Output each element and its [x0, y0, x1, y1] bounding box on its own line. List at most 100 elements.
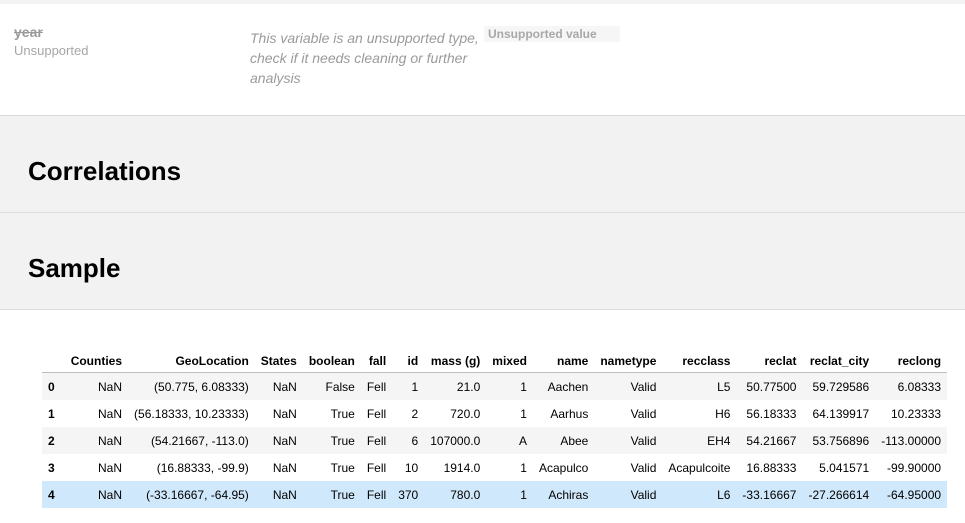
table-row: 2 NaN (54.21667, -113.0) NaN True Fell 6 107000…	[42, 427, 948, 454]
table-cell: 1	[392, 372, 425, 400]
table-cell: -64.95000	[875, 481, 948, 508]
table-cell: NaN	[64, 481, 129, 508]
table-cell: NaN	[272, 406, 297, 421]
sample-section-header: Sample	[0, 213, 965, 310]
table-cell: 1	[520, 460, 527, 475]
table-cell: 50.77500	[736, 372, 803, 400]
table-cell: NaN	[254, 427, 303, 454]
index-column-header	[42, 342, 65, 373]
table-cell: NaN	[254, 372, 303, 400]
column-header: nametype	[594, 342, 663, 373]
table-cell: 21.0	[424, 372, 487, 400]
table-cell: NaN	[64, 372, 129, 400]
column-header: boolean	[302, 342, 361, 373]
column-header: Counties	[64, 342, 129, 373]
row-index: 3	[48, 460, 55, 475]
column-header: mass (g)	[424, 342, 487, 373]
table-cell: EH4	[662, 427, 737, 454]
table-cell: 5.041571	[819, 460, 870, 475]
table-cell: 720.0	[450, 406, 481, 421]
column-header: mixed	[486, 342, 533, 373]
table-row: 3 NaN (16.88333, -99.9) NaN True Fell 10 1914.0…	[42, 454, 947, 481]
table-cell: -99.90000	[887, 460, 942, 475]
table-cell: 59.729586	[802, 372, 876, 400]
table-cell: Aarhus	[550, 406, 589, 421]
table-cell: H6	[715, 406, 731, 421]
table-cell: False	[302, 372, 361, 400]
table-cell: NaN	[98, 460, 123, 475]
table-cell: Valid	[630, 406, 657, 421]
table-cell: -113.00000	[875, 427, 948, 454]
correlations-section-header: Correlations	[0, 116, 965, 213]
sample-heading: Sample	[28, 253, 121, 283]
table-cell: True	[302, 427, 361, 454]
table-cell: 56.18333	[746, 406, 797, 421]
divider	[0, 0, 965, 4]
column-header: States	[254, 342, 303, 373]
table-cell: NaN	[272, 460, 297, 475]
column-header: reclong	[875, 342, 948, 373]
table-header-row: Counties GeoLocation States boolean fall id ma…	[42, 342, 948, 373]
table-cell: Acapulcoite	[668, 460, 731, 475]
table-cell: NaN	[98, 406, 123, 421]
row-index: 1	[48, 406, 55, 421]
table-cell: 370	[392, 481, 425, 508]
table-cell: Valid	[594, 427, 663, 454]
table-cell: -27.266614	[802, 481, 876, 508]
column-header: reclat_city	[802, 342, 876, 373]
table-cell: Valid	[594, 372, 663, 400]
table-cell: 10	[404, 460, 419, 475]
column-header: GeoLocation	[128, 342, 255, 373]
table-cell: (56.18333, 10.23333)	[134, 406, 249, 421]
table-row: 1 NaN (56.18333, 10.23333) NaN True Fell 2 720.…	[42, 400, 947, 427]
table-cell: Valid	[594, 481, 663, 508]
table-cell: 64.139917	[812, 406, 870, 421]
table-cell: (50.775, 6.08333)	[128, 372, 255, 400]
table-cell: L5	[662, 372, 737, 400]
table-cell: 1	[486, 481, 533, 508]
variable-type: Unsupported	[14, 43, 89, 58]
table-cell: 2	[411, 406, 419, 421]
table-cell: Fell	[366, 460, 387, 475]
table-cell: Aachen	[532, 372, 595, 400]
table-cell: Acapulco	[538, 460, 589, 475]
table-cell: 6	[392, 427, 425, 454]
table-cell: 6.08333	[875, 372, 948, 400]
variable-card-year: year Unsupported This variable is an uns…	[0, 0, 965, 116]
correlations-heading: Correlations	[28, 156, 182, 186]
table-cell: L6	[662, 481, 737, 508]
row-index: 0	[42, 372, 65, 400]
unsupported-value-badge: Unsupported value	[484, 26, 620, 42]
column-header: recclass	[662, 342, 737, 373]
table-cell: 1	[520, 406, 527, 421]
table-cell: 54.21667	[736, 427, 803, 454]
table-row: 4 NaN (-33.16667, -64.95) NaN True Fell 370 780…	[42, 481, 948, 508]
column-header: name	[532, 342, 595, 373]
table-cell: 107000.0	[424, 427, 487, 454]
table-cell: True	[330, 406, 355, 421]
table-cell: Fell	[366, 406, 387, 421]
table-row: 0 NaN (50.775, 6.08333) NaN False Fell 1 21.0 1 A…	[42, 372, 948, 400]
table-cell: -33.16667	[736, 481, 803, 508]
table-cell: 780.0	[424, 481, 487, 508]
table-cell: Fell	[360, 427, 393, 454]
table-cell: True	[330, 460, 355, 475]
table-cell: 16.88333	[746, 460, 797, 475]
table-cell: 53.756896	[802, 427, 876, 454]
table-cell: Valid	[630, 460, 657, 475]
column-header: id	[392, 342, 425, 373]
table-cell: 1914.0	[443, 460, 481, 475]
row-index: 2	[42, 427, 65, 454]
variable-name: year	[14, 24, 43, 40]
table-cell: 1	[486, 372, 533, 400]
sample-table: Counties GeoLocation States boolean fall id ma…	[42, 342, 948, 508]
table-cell: (54.21667, -113.0)	[128, 427, 255, 454]
unsupported-message: This variable is an unsupported type, ch…	[250, 30, 479, 86]
table-cell: Abee	[532, 427, 595, 454]
table-cell: Fell	[360, 372, 393, 400]
table-cell: (16.88333, -99.9)	[156, 460, 249, 475]
column-header: reclat	[736, 342, 803, 373]
table-cell: A	[486, 427, 533, 454]
table-cell: NaN	[254, 481, 303, 508]
row-index: 4	[42, 481, 65, 508]
